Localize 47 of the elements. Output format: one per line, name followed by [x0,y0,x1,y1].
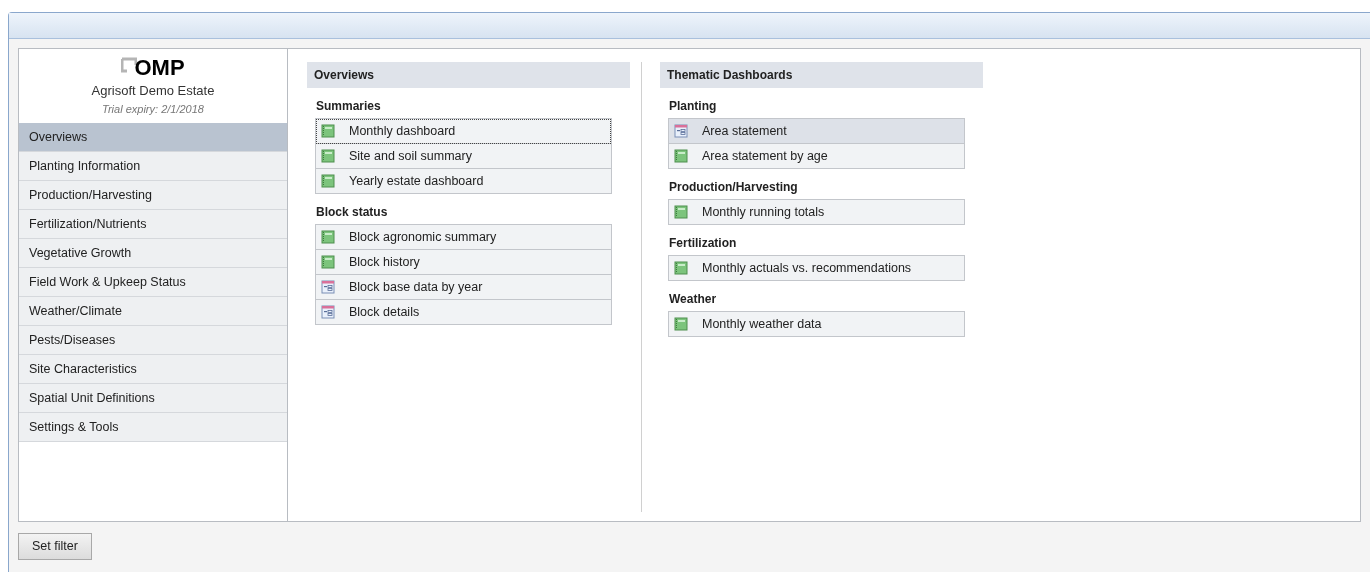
sidebar-item[interactable]: Weather/Climate [19,297,287,326]
sidebar-item[interactable]: Spatial Unit Definitions [19,384,287,413]
sidebar-item[interactable]: Overviews [19,123,287,152]
group-heading: Production/Harvesting [668,179,798,196]
report-link[interactable]: Monthly weather data [669,312,964,337]
set-filter-button[interactable]: Set filter [18,533,92,560]
sidebar-item[interactable]: Field Work & Upkeep Status [19,268,287,297]
sidebar-item[interactable]: Production/Harvesting [19,181,287,210]
sidebar-item[interactable]: Settings & Tools [19,413,287,442]
panel-header: Overviews [307,62,630,88]
form-icon [321,305,335,319]
sidebar-item[interactable]: Site Characteristics [19,355,287,384]
report-icon [321,255,335,269]
report-icon [674,149,688,163]
report-link[interactable]: Block details [316,300,611,325]
report-link[interactable]: Yearly estate dashboard [316,169,611,194]
report-link[interactable]: Block base data by year [316,275,611,300]
form-icon [674,124,688,138]
group-heading: Planting [668,98,717,115]
report-icon [674,317,688,331]
report-link[interactable]: Block agronomic summary [316,225,611,250]
trial-expiry: Trial expiry: 2/1/2018 [102,101,204,117]
sidebar-item[interactable]: Pests/Diseases [19,326,287,355]
estate-name: Agrisoft Demo Estate [91,82,215,100]
panel-header: Thematic Dashboards [660,62,983,88]
report-icon [321,124,335,138]
report-icon [674,261,688,275]
group-heading: Summaries [315,98,381,115]
logo-text: OMP [134,57,185,79]
report-link[interactable]: Block history [316,250,611,275]
group-heading: Fertilization [668,235,737,252]
report-icon [674,205,688,219]
sidebar-item[interactable]: Planting Information [19,152,287,181]
report-link[interactable]: Monthly running totals [669,200,964,225]
group-heading: Weather [668,291,717,308]
report-link[interactable]: Area statement [669,119,964,144]
report-link[interactable]: Area statement by age [669,144,964,169]
report-link[interactable]: Monthly dashboard [316,119,611,144]
form-icon [321,280,335,294]
sidebar-item[interactable]: Fertilization/Nutrients [19,210,287,239]
report-icon [321,230,335,244]
report-icon [321,149,335,163]
sidebar-item[interactable]: Vegetative Growth [19,239,287,268]
group-heading: Block status [315,204,388,221]
report-link[interactable]: Site and soil summary [316,144,611,169]
report-link[interactable]: Monthly actuals vs. recommendations [669,256,964,281]
report-icon [321,174,335,188]
